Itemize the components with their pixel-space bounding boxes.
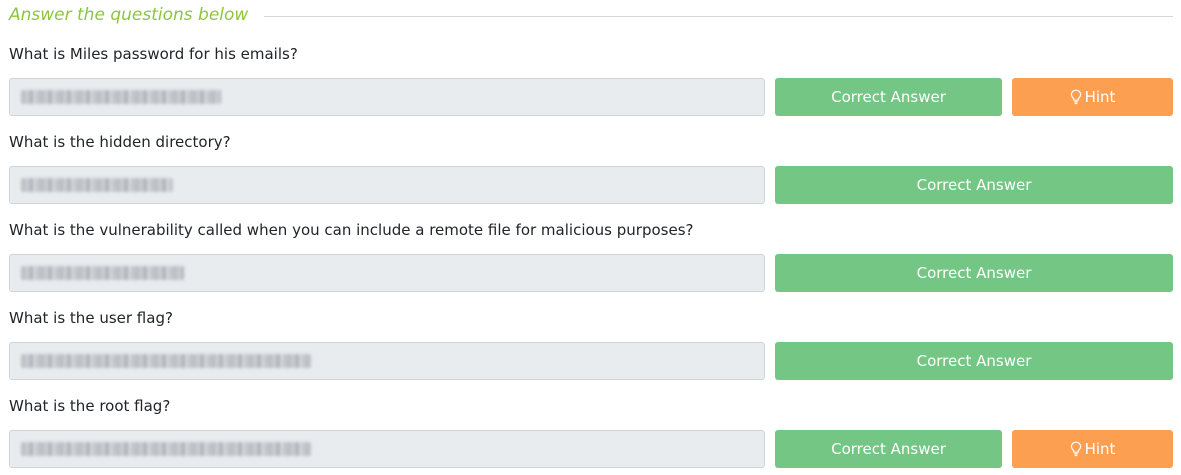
lightbulb-icon (1070, 441, 1081, 457)
question-label: What is the hidden directory? (9, 133, 231, 151)
redacted-answer (21, 354, 311, 368)
correct-answer-button[interactable]: Correct Answer (775, 166, 1173, 204)
answer-field[interactable] (9, 166, 765, 204)
question-label: What is the user flag? (9, 309, 173, 327)
answer-field[interactable] (9, 254, 765, 292)
answer-field[interactable] (9, 342, 765, 380)
section-header: Answer the questions below (9, 3, 1173, 27)
redacted-answer (21, 266, 184, 280)
section-title: Answer the questions below (9, 5, 249, 25)
hint-button[interactable]: Hint (1012, 78, 1173, 116)
correct-answer-button[interactable]: Correct Answer (775, 430, 1002, 468)
answer-field[interactable] (9, 78, 765, 116)
question-label: What is the root flag? (9, 397, 171, 415)
section-divider (264, 15, 1173, 17)
redacted-answer (21, 90, 221, 104)
correct-answer-button[interactable]: Correct Answer (775, 342, 1173, 380)
question-label: What is Miles password for his emails? (9, 45, 298, 63)
lightbulb-icon (1070, 89, 1081, 105)
answer-field[interactable] (9, 430, 765, 468)
hint-button[interactable]: Hint (1012, 430, 1173, 468)
hint-label: Hint (1084, 440, 1116, 458)
correct-answer-button[interactable]: Correct Answer (775, 78, 1002, 116)
redacted-answer (21, 442, 311, 456)
redacted-answer (21, 178, 173, 192)
correct-answer-button[interactable]: Correct Answer (775, 254, 1173, 292)
question-label: What is the vulnerability called when yo… (9, 221, 694, 239)
hint-label: Hint (1084, 88, 1116, 106)
